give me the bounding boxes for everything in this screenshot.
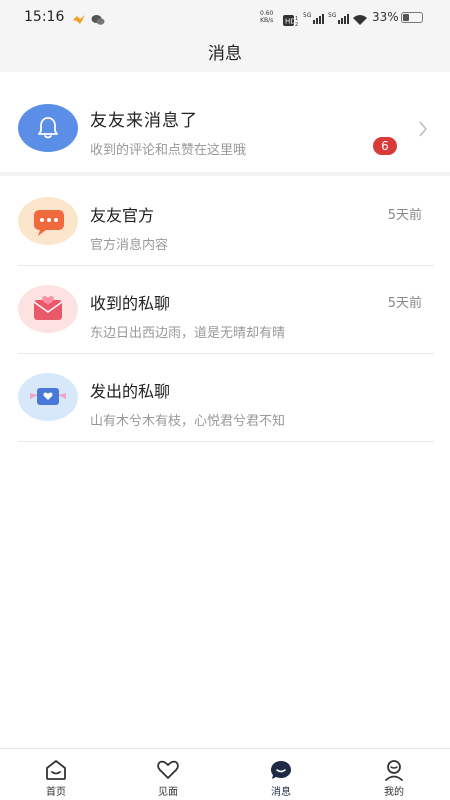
heart-icon: [157, 760, 179, 779]
status-bar: 15:16 0.60 KB/s HD 1 2 5G 5G 33%: [0, 0, 450, 34]
page-title: 消息: [208, 44, 242, 64]
notification-title: 友友来消息了: [90, 111, 198, 131]
list-item-subtitle: 东边日出西边雨，道是无晴却有晴: [90, 326, 286, 341]
tab-label: 我的: [384, 787, 404, 798]
battery-icon: [401, 12, 423, 23]
svg-text:5G: 5G: [303, 12, 312, 19]
winged-heart-letter-icon: [18, 373, 78, 421]
list-item-title: 友友官方: [90, 206, 155, 225]
tab-profile[interactable]: 我的: [338, 749, 450, 800]
battery-percent: 33%: [372, 10, 399, 24]
list-item-subtitle: 山有木兮木有枝，心悦君兮君不知: [90, 414, 286, 429]
list-item-sent-private[interactable]: 发出的私聊 山有木兮木有枝，心悦君兮君不知: [18, 354, 434, 442]
app-notification-icon: [72, 11, 86, 30]
chat-bubble-icon: [18, 197, 78, 245]
message-icon: [271, 761, 291, 779]
wifi-icon: [352, 11, 368, 30]
svg-text:2: 2: [295, 22, 298, 26]
tab-home[interactable]: 首页: [0, 749, 112, 800]
list-item-time: 5天前: [387, 208, 422, 223]
tab-label: 首页: [46, 787, 66, 798]
notification-subtitle: 收到的评论和点赞在这里哦: [90, 143, 247, 158]
list-item-subtitle: 官方消息内容: [90, 238, 169, 253]
list-item-title: 收到的私聊: [90, 294, 171, 313]
signal-5g-icon: 5G: [303, 10, 325, 29]
page-header: 消息: [0, 34, 450, 72]
tab-label: 消息: [271, 787, 291, 798]
bell-avatar: [18, 104, 78, 152]
notification-entry[interactable]: 友友来消息了 收到的评论和点赞在这里哦 6: [0, 72, 450, 176]
profile-icon: [385, 760, 403, 781]
bell-icon: [38, 117, 58, 139]
list-item-title: 发出的私聊: [90, 382, 171, 401]
envelope-heart-icon: [18, 285, 78, 333]
tab-messages[interactable]: 消息: [225, 749, 337, 800]
home-icon: [46, 760, 66, 780]
tab-label: 见面: [158, 787, 178, 798]
status-time: 15:16: [24, 9, 65, 25]
list-item-official[interactable]: 友友官方 5天前 官方消息内容: [18, 178, 434, 266]
chevron-right-icon: [418, 121, 428, 141]
list-item-received-private[interactable]: 收到的私聊 5天前 东边日出西边雨，道是无晴却有晴: [18, 266, 434, 354]
bottom-tab-bar: 首页 见面 消息 我的: [0, 748, 450, 800]
svg-text:5G: 5G: [328, 12, 337, 19]
wechat-notification-icon: [91, 11, 105, 30]
unread-badge: 6: [373, 137, 397, 155]
signal-5g-icon: 5G: [328, 10, 350, 29]
hd-call-icon: HD 1 2: [283, 11, 301, 30]
network-speed: 0.60 KB/s: [260, 10, 274, 24]
tab-meet[interactable]: 见面: [112, 749, 224, 800]
list-item-time: 5天前: [387, 296, 422, 311]
